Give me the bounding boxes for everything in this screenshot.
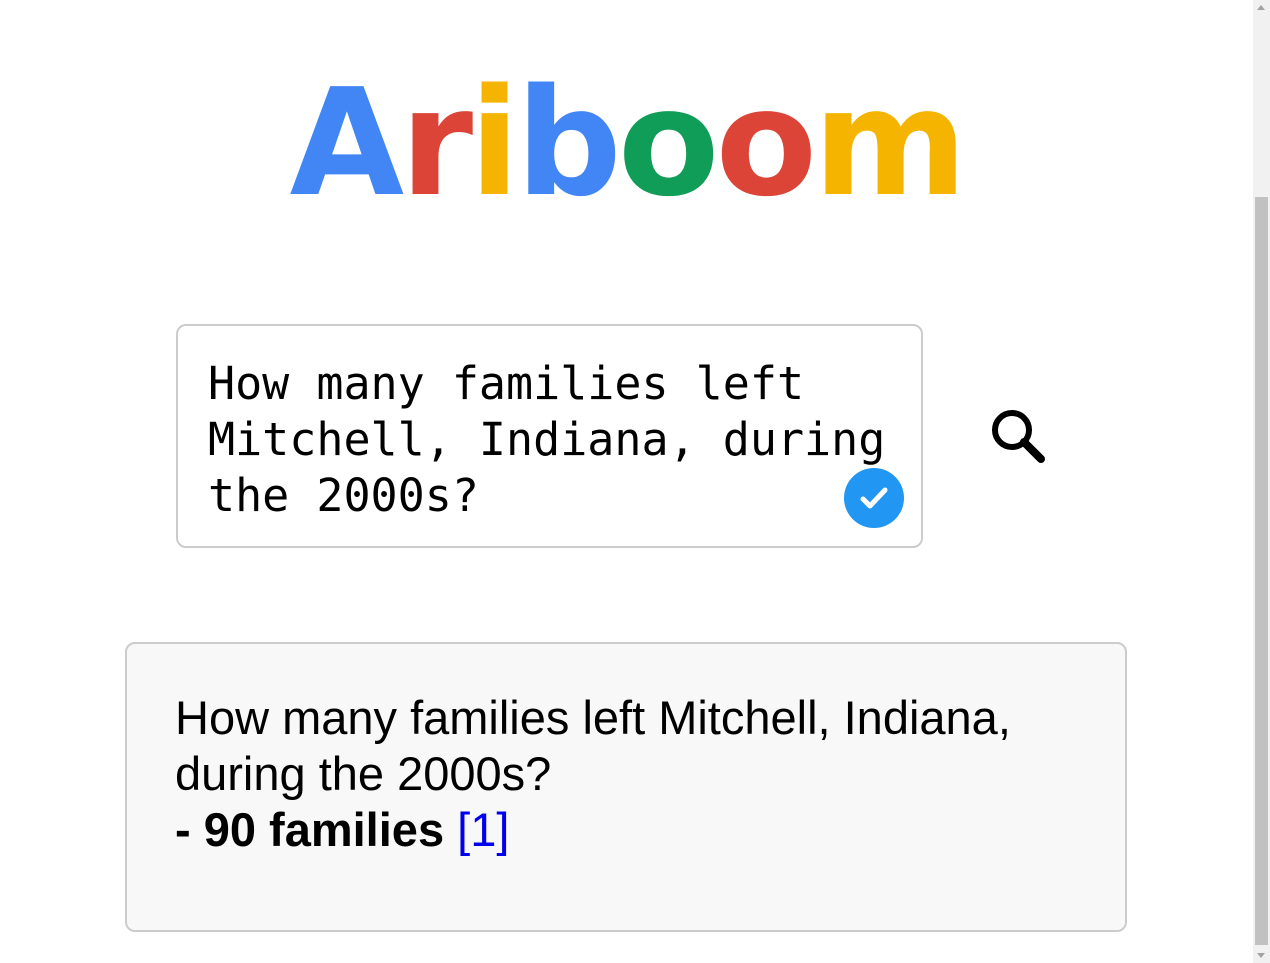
search-box[interactable]: How many families left Mitchell, Indiana… bbox=[176, 324, 923, 548]
logo-letter: A bbox=[289, 57, 405, 229]
logo-letter: m bbox=[813, 57, 967, 229]
vertical-scrollbar[interactable] bbox=[1253, 0, 1270, 963]
answer-line: - 90 families [1] bbox=[175, 802, 1075, 858]
citation-link[interactable]: [1] bbox=[457, 803, 509, 856]
check-mark-icon bbox=[860, 487, 888, 509]
answer-result: - 90 families bbox=[175, 803, 445, 856]
search-query-text[interactable]: How many families left Mitchell, Indiana… bbox=[208, 356, 888, 524]
logo-letter: b bbox=[515, 57, 622, 229]
check-circle-icon[interactable] bbox=[844, 468, 904, 528]
magnifier-icon bbox=[992, 410, 1045, 463]
page: Ariboom How many families left Mitchell,… bbox=[0, 0, 1253, 963]
logo-letter: i bbox=[469, 57, 520, 229]
scrollbar-thumb[interactable] bbox=[1255, 197, 1268, 945]
answer-content: How many families left Mitchell, Indiana… bbox=[175, 690, 1075, 858]
answer-card: How many families left Mitchell, Indiana… bbox=[125, 642, 1127, 932]
answer-question: How many families left Mitchell, Indiana… bbox=[175, 691, 1011, 800]
logo-letter: o bbox=[617, 57, 720, 229]
logo-letter: o bbox=[715, 57, 818, 229]
scroll-up-arrow-icon[interactable] bbox=[1257, 5, 1265, 10]
scroll-down-arrow-icon[interactable] bbox=[1257, 953, 1265, 958]
logo-letter: r bbox=[400, 57, 473, 229]
search-button[interactable] bbox=[985, 403, 1049, 467]
ariboom-logo: Ariboom bbox=[0, 68, 1253, 218]
